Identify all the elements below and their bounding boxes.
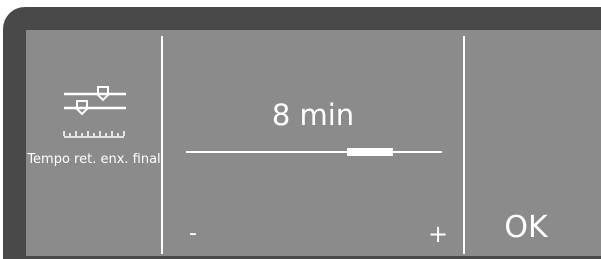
left-divider (161, 36, 163, 254)
slider-thumb[interactable] (347, 148, 394, 156)
display-bezel: Tempo ret. enx. final 8 min - + OK (0, 0, 601, 259)
ok-button[interactable]: OK (471, 206, 581, 250)
parameter-label: Tempo ret. enx. final (27, 152, 161, 167)
display-screen: Tempo ret. enx. final 8 min - + OK (26, 30, 601, 256)
display-frame: Tempo ret. enx. final 8 min - + OK (3, 7, 601, 259)
setting-value: 8 min (271, 98, 355, 132)
value-slider[interactable] (186, 144, 442, 160)
decrease-button[interactable]: - (176, 216, 210, 252)
right-divider (463, 36, 465, 254)
increase-button[interactable]: + (421, 216, 455, 252)
fader-adjust-icon (63, 86, 126, 138)
slider-track (186, 151, 442, 153)
